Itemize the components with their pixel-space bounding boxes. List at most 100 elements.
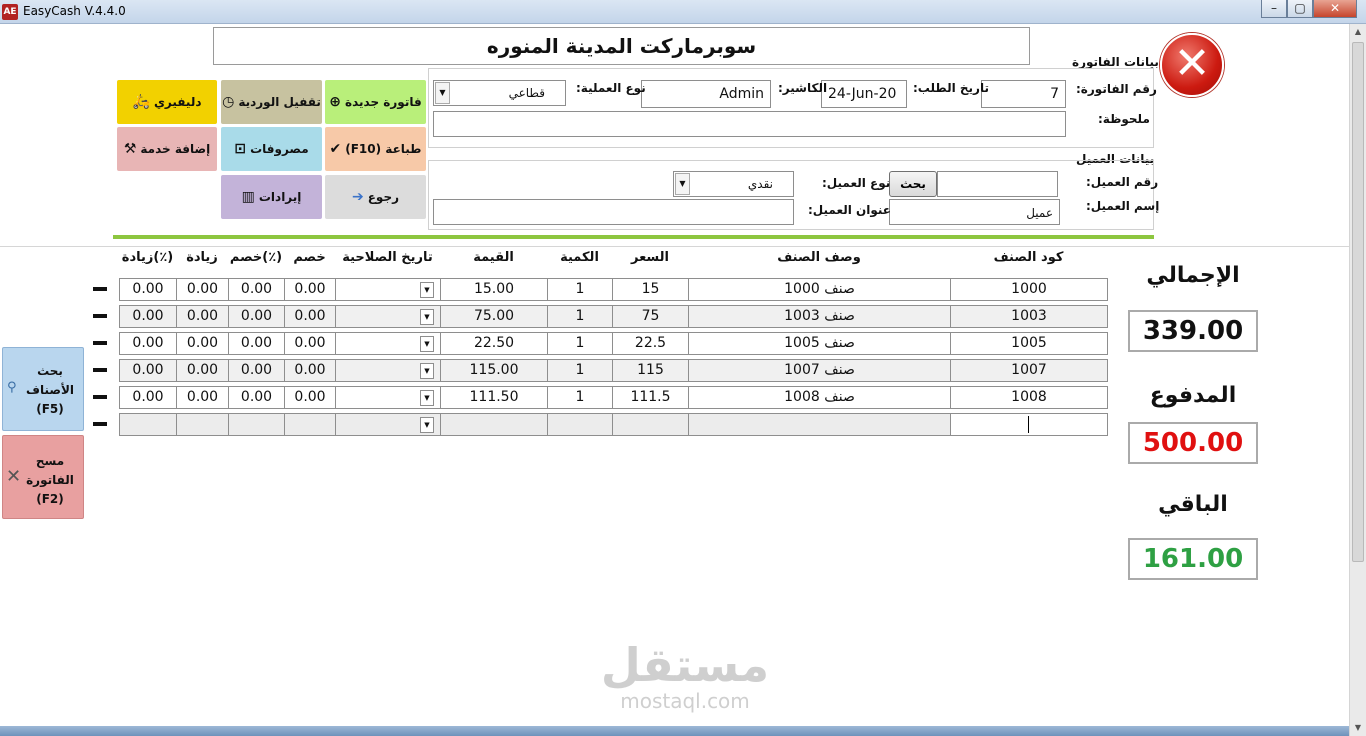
cell-value[interactable]: 111.50 <box>440 386 548 409</box>
cell-qty[interactable] <box>547 413 613 436</box>
add-service-button[interactable]: إضافة خدمة ⚒ <box>117 127 217 171</box>
cell-desc[interactable]: صنف 1008 <box>688 386 951 409</box>
cell-desc[interactable] <box>688 413 951 436</box>
cell-increase-pct[interactable]: 0.00 <box>119 305 177 328</box>
customer-type-select[interactable]: نقدي ▼ <box>673 171 794 197</box>
cell-expiry[interactable]: ▼ <box>335 386 441 409</box>
cell-desc[interactable]: صنف 1007 <box>688 359 951 382</box>
cell-discount[interactable]: 0.00 <box>284 386 336 409</box>
delivery-button[interactable]: دليفيري 🛵 <box>117 80 217 124</box>
cell-discount-pct[interactable] <box>228 413 285 436</box>
cell-qty[interactable]: 1 <box>547 278 613 301</box>
cell-value[interactable] <box>440 413 548 436</box>
cell-increase-pct[interactable]: 0.00 <box>119 359 177 382</box>
cell-expiry[interactable]: ▼ <box>335 278 441 301</box>
new-item-row[interactable]: ▼ <box>119 413 1108 436</box>
cell-qty[interactable]: 1 <box>547 359 613 382</box>
cell-code[interactable] <box>950 413 1108 436</box>
customer-address-field[interactable] <box>433 199 794 225</box>
cell-increase[interactable]: 0.00 <box>176 386 229 409</box>
maximize-button[interactable]: ▢ <box>1287 0 1313 18</box>
cell-qty[interactable]: 1 <box>547 305 613 328</box>
revenues-button[interactable]: إيرادات ▥ <box>221 175 322 219</box>
vertical-scrollbar[interactable]: ▲ ▼ <box>1349 24 1366 736</box>
cell-code[interactable]: 1000 <box>950 278 1108 301</box>
cell-expiry[interactable]: ▼ <box>335 332 441 355</box>
cell-desc[interactable]: صنف 1000 <box>688 278 951 301</box>
delete-row-icon[interactable] <box>93 395 107 399</box>
operation-type-select[interactable]: قطاعي ▼ <box>433 80 566 106</box>
table-row[interactable]: 0.00 0.00 0.00 0.00 ▼ 75.00 1 75 صنف 1003 1003 <box>119 305 1108 328</box>
cell-value[interactable]: 75.00 <box>440 305 548 328</box>
cell-code[interactable]: 1007 <box>950 359 1108 382</box>
cell-code[interactable]: 1008 <box>950 386 1108 409</box>
cell-increase-pct[interactable]: 0.00 <box>119 332 177 355</box>
clear-invoice-button[interactable]: ✕ مسح الفاتورة (F2) <box>2 435 84 519</box>
cell-discount-pct[interactable]: 0.00 <box>228 359 285 382</box>
dropdown-arrow-icon[interactable]: ▼ <box>420 363 434 379</box>
cell-increase-pct[interactable]: 0.00 <box>119 278 177 301</box>
dropdown-arrow-icon[interactable]: ▼ <box>420 390 434 406</box>
invoice-number-field[interactable]: 7 <box>981 80 1066 108</box>
dropdown-arrow-icon[interactable]: ▼ <box>420 336 434 352</box>
cell-expiry[interactable]: ▼ <box>335 359 441 382</box>
cell-qty[interactable]: 1 <box>547 386 613 409</box>
cell-value[interactable]: 15.00 <box>440 278 548 301</box>
cell-discount[interactable]: 0.00 <box>284 332 336 355</box>
cell-expiry[interactable]: ▼ <box>335 413 441 436</box>
cell-increase[interactable] <box>176 413 229 436</box>
cell-increase[interactable]: 0.00 <box>176 359 229 382</box>
close-shift-button[interactable]: تقفيل الوردية ◷ <box>221 80 322 124</box>
cell-discount[interactable]: 0.00 <box>284 305 336 328</box>
table-row[interactable]: 0.00 0.00 0.00 0.00 ▼ 22.50 1 22.5 صنف 1005 1005 <box>119 332 1108 355</box>
cell-value[interactable]: 22.50 <box>440 332 548 355</box>
delete-row-icon[interactable] <box>93 422 107 426</box>
cell-increase[interactable]: 0.00 <box>176 305 229 328</box>
close-app-icon[interactable]: ✕ <box>1160 33 1224 97</box>
cell-qty[interactable]: 1 <box>547 332 613 355</box>
expenses-button[interactable]: مصروفات ⊡ <box>221 127 322 171</box>
cell-code[interactable]: 1005 <box>950 332 1108 355</box>
delete-row-icon[interactable] <box>93 287 107 291</box>
dropdown-arrow-icon[interactable]: ▼ <box>675 173 690 195</box>
cell-discount-pct[interactable]: 0.00 <box>228 305 285 328</box>
cell-price[interactable]: 15 <box>612 278 689 301</box>
cell-discount-pct[interactable]: 0.00 <box>228 278 285 301</box>
customer-search-button[interactable]: بحث <box>889 171 937 197</box>
customer-name-field[interactable]: عميل <box>889 199 1060 225</box>
customer-number-field[interactable] <box>937 171 1058 197</box>
cell-discount[interactable]: 0.00 <box>284 278 336 301</box>
cell-increase[interactable]: 0.00 <box>176 332 229 355</box>
cell-increase[interactable]: 0.00 <box>176 278 229 301</box>
cell-price[interactable] <box>612 413 689 436</box>
dropdown-arrow-icon[interactable]: ▼ <box>420 309 434 325</box>
scroll-up-icon[interactable]: ▲ <box>1350 24 1366 40</box>
cell-price[interactable]: 115 <box>612 359 689 382</box>
cell-price[interactable]: 75 <box>612 305 689 328</box>
cell-discount[interactable]: 0.00 <box>284 359 336 382</box>
note-field[interactable] <box>433 111 1066 137</box>
cell-code[interactable]: 1003 <box>950 305 1108 328</box>
table-row[interactable]: 0.00 0.00 0.00 0.00 ▼ 115.00 1 115 صنف 1007 1007 <box>119 359 1108 382</box>
dropdown-arrow-icon[interactable]: ▼ <box>435 82 450 104</box>
cell-desc[interactable]: صنف 1005 <box>688 332 951 355</box>
delete-row-icon[interactable] <box>93 368 107 372</box>
delete-row-icon[interactable] <box>93 314 107 318</box>
cell-price[interactable]: 22.5 <box>612 332 689 355</box>
cell-increase-pct[interactable]: 0.00 <box>119 386 177 409</box>
cell-discount-pct[interactable]: 0.00 <box>228 386 285 409</box>
print-button[interactable]: طباعة (F10) ✔ <box>325 127 426 171</box>
scroll-down-icon[interactable]: ▼ <box>1350 720 1366 736</box>
cell-value[interactable]: 115.00 <box>440 359 548 382</box>
cashier-field[interactable]: Admin <box>641 80 771 108</box>
cell-discount-pct[interactable]: 0.00 <box>228 332 285 355</box>
cell-desc[interactable]: صنف 1003 <box>688 305 951 328</box>
scroll-thumb[interactable] <box>1352 42 1364 562</box>
cell-discount[interactable] <box>284 413 336 436</box>
cell-expiry[interactable]: ▼ <box>335 305 441 328</box>
back-button[interactable]: رجوع ➔ <box>325 175 426 219</box>
order-date-field[interactable]: 24-Jun-20 <box>821 80 907 108</box>
cell-price[interactable]: 111.5 <box>612 386 689 409</box>
dropdown-arrow-icon[interactable]: ▼ <box>420 417 434 433</box>
dropdown-arrow-icon[interactable]: ▼ <box>420 282 434 298</box>
